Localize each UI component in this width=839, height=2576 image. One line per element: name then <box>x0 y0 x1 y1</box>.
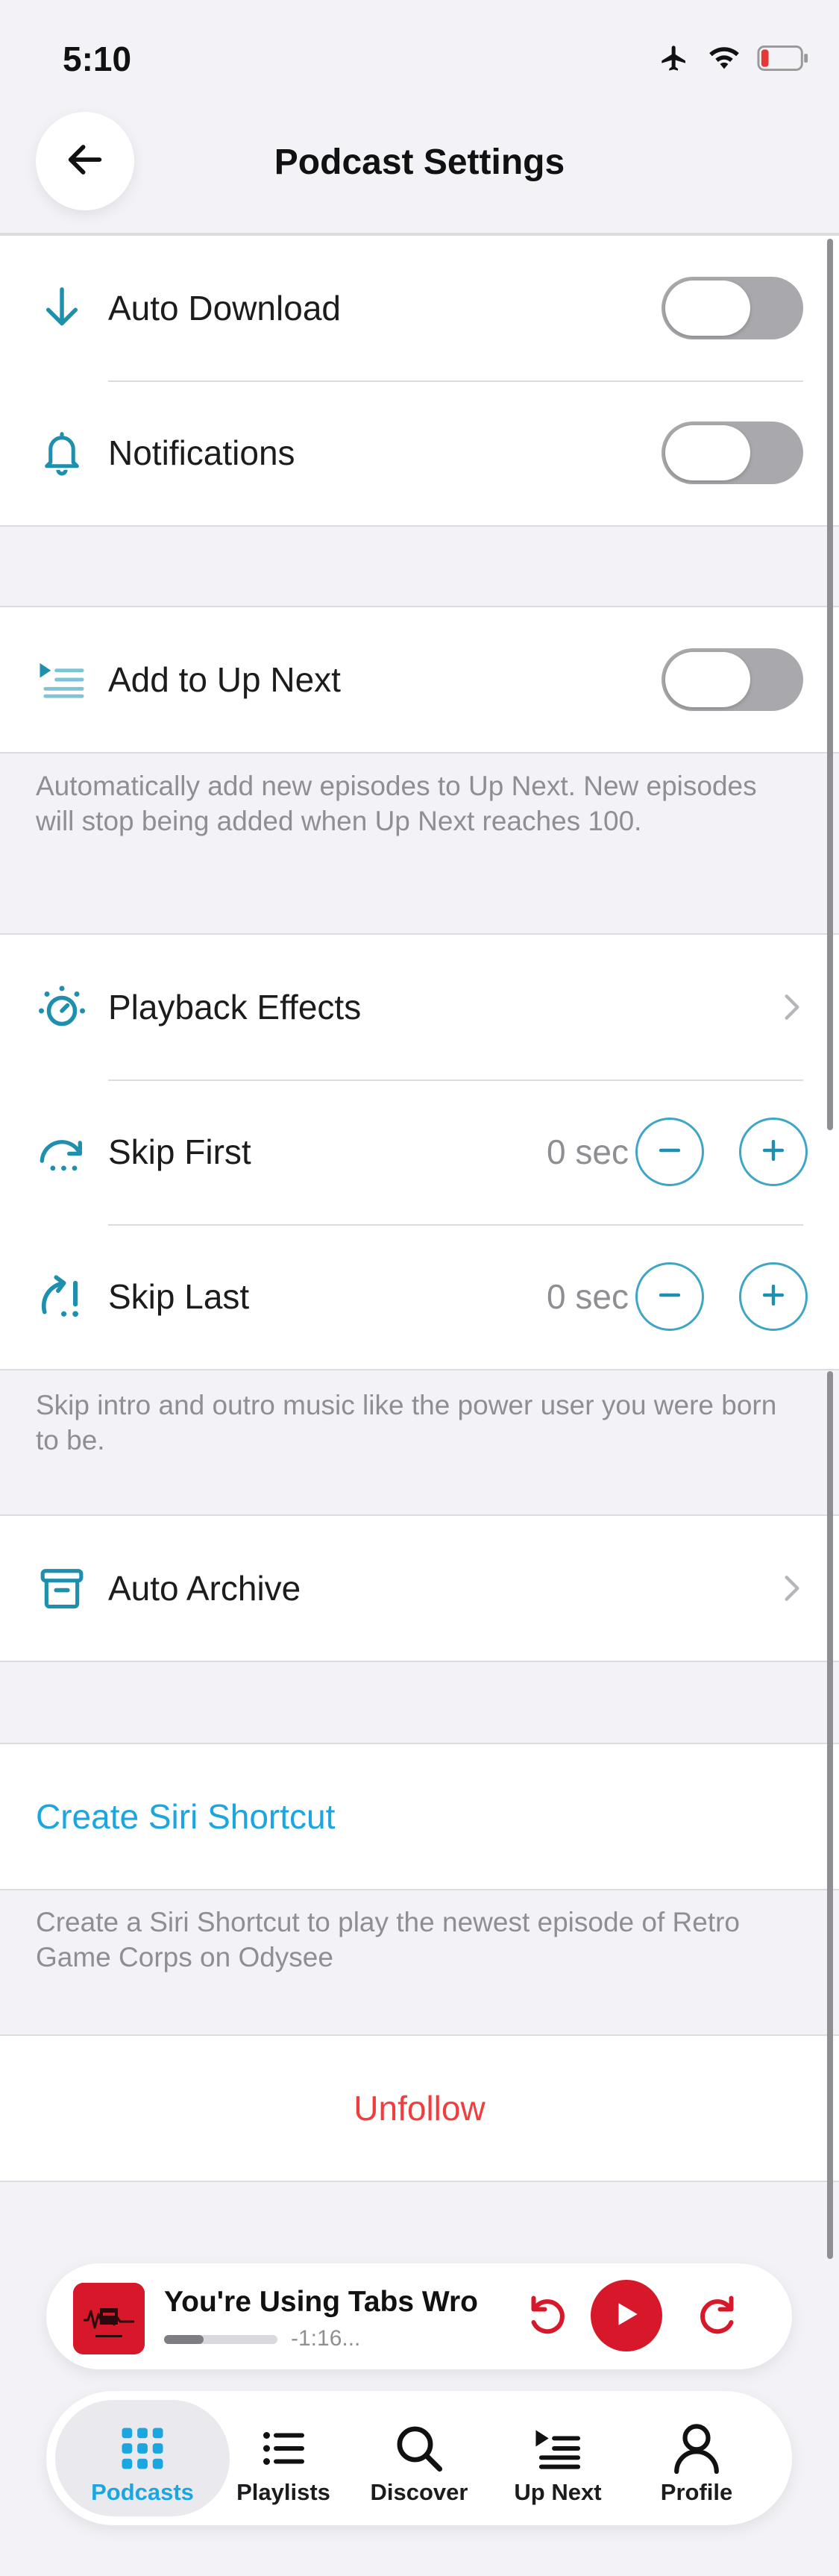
status-time: 5:10 <box>63 40 132 78</box>
auto-archive-label: Auto Archive <box>108 1569 301 1608</box>
page-title: Podcast Settings <box>274 142 565 182</box>
add-to-up-next-label: Add to Up Next <box>108 660 341 699</box>
skip-last-increment-button[interactable] <box>739 1262 808 1331</box>
skip-first-row: Skip First 0 sec <box>0 1079 839 1224</box>
skip-first-decrement-button[interactable] <box>635 1118 704 1186</box>
archive-box-icon <box>36 1562 88 1614</box>
bell-icon <box>36 427 88 479</box>
status-bar: 5:10 <box>0 0 839 112</box>
plus-icon <box>761 1138 786 1167</box>
episode-progress-bar <box>164 2335 277 2344</box>
tab-profile-label: Profile <box>660 2479 733 2505</box>
podcast-artwork <box>73 2283 145 2354</box>
auto-archive-row[interactable]: Auto Archive <box>0 1516 839 1661</box>
skip-footer-text: Skip intro and outro music like the powe… <box>36 1390 777 1455</box>
playback-effects-icon <box>36 981 88 1033</box>
chevron-right-icon <box>781 992 803 1022</box>
rewind-icon <box>524 2293 569 2341</box>
up-next-footer-text: Automatically add new episodes to Up Nex… <box>36 771 757 836</box>
play-button[interactable] <box>591 2280 662 2351</box>
tab-playlists[interactable]: Playlists <box>204 2400 362 2516</box>
skip-last-icon <box>36 1270 88 1323</box>
add-to-up-next-toggle[interactable] <box>662 648 803 711</box>
plus-icon <box>761 1282 786 1311</box>
up-next-icon <box>534 2422 582 2475</box>
search-icon <box>395 2422 444 2475</box>
playback-effects-row[interactable]: Playback Effects <box>0 935 839 1079</box>
skip-back-button[interactable] <box>522 2292 571 2341</box>
fast-forward-icon <box>696 2293 741 2341</box>
skip-last-value: 0 sec <box>547 1277 629 1316</box>
add-to-up-next-row[interactable]: Add to Up Next <box>0 607 839 752</box>
notifications-toggle[interactable] <box>662 422 803 484</box>
auto-download-toggle[interactable] <box>662 277 803 339</box>
episode-progress-fill <box>164 2335 204 2344</box>
up-next-queue-icon <box>36 654 88 706</box>
siri-shortcut-section: Create Siri Shortcut <box>0 1743 839 1890</box>
tab-profile[interactable]: Profile <box>618 2400 776 2516</box>
tab-podcasts-label: Podcasts <box>91 2479 194 2505</box>
minus-icon <box>657 1138 682 1167</box>
playback-effects-label: Playback Effects <box>108 988 362 1027</box>
grid-icon <box>120 2422 165 2475</box>
list-icon <box>261 2422 306 2475</box>
tab-discover[interactable]: Discover <box>340 2400 498 2516</box>
auto-archive-section: Auto Archive <box>0 1514 839 1662</box>
unfollow-button[interactable]: Unfollow <box>0 2088 839 2128</box>
download-arrow-icon <box>36 282 88 334</box>
unfollow-section: Unfollow <box>0 2034 839 2182</box>
skip-last-row: Skip Last 0 sec <box>0 1224 839 1369</box>
episode-title: You're Using Tabs Wrong <box>164 2286 477 2318</box>
siri-footer-text: Create a Siri Shortcut to play the newes… <box>36 1907 741 1972</box>
navigation-header: Podcast Settings <box>0 112 839 234</box>
auto-download-label: Auto Download <box>108 289 341 328</box>
skip-last-label: Skip Last <box>108 1277 250 1316</box>
tab-discover-label: Discover <box>370 2479 468 2505</box>
tab-up-next-label: Up Next <box>514 2479 602 2505</box>
tab-podcasts[interactable]: Podcasts <box>55 2400 230 2516</box>
person-icon <box>673 2422 720 2475</box>
airplane-mode-icon <box>657 43 691 77</box>
notifications-label: Notifications <box>108 433 295 472</box>
auto-download-row[interactable]: Auto Download <box>0 236 839 380</box>
skip-last-decrement-button[interactable] <box>635 1262 704 1331</box>
play-icon <box>611 2298 642 2334</box>
skip-first-value: 0 sec <box>547 1132 629 1171</box>
wifi-icon <box>708 45 741 75</box>
tab-up-next[interactable]: Up Next <box>479 2400 637 2516</box>
minus-icon <box>657 1282 682 1311</box>
notifications-row[interactable]: Notifications <box>0 380 839 525</box>
skip-first-icon <box>36 1126 88 1178</box>
skip-first-label: Skip First <box>108 1132 251 1171</box>
tab-playlists-label: Playlists <box>236 2479 330 2505</box>
battery-icon <box>757 45 809 75</box>
up-next-section: Add to Up Next <box>0 606 839 753</box>
unfollow-row[interactable]: Unfollow <box>0 2036 839 2181</box>
chevron-right-icon <box>781 1573 803 1603</box>
episode-time-remaining: -1:16... <box>291 2326 361 2351</box>
playback-section: Playback Effects Skip First 0 sec Skip L… <box>0 933 839 1370</box>
create-siri-shortcut-row[interactable]: Create Siri Shortcut <box>0 1744 839 1889</box>
create-siri-shortcut-link[interactable]: Create Siri Shortcut <box>36 1796 335 1837</box>
scrollbar-upper[interactable] <box>827 239 833 1130</box>
download-notifications-section: Auto Download Notifications <box>0 234 839 527</box>
skip-first-increment-button[interactable] <box>739 1118 808 1186</box>
scrollbar-lower[interactable] <box>827 1371 833 2259</box>
status-icons <box>657 43 809 77</box>
tab-bar: Podcasts Playlists Discover Up Next Prof… <box>46 2391 792 2525</box>
skip-forward-button[interactable] <box>694 2292 743 2341</box>
mini-player[interactable]: You're Using Tabs Wrong -1:16... <box>46 2263 792 2369</box>
